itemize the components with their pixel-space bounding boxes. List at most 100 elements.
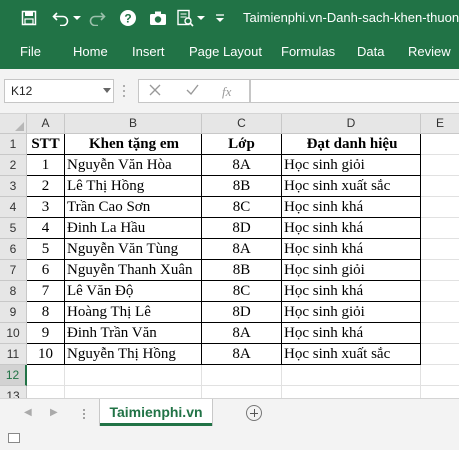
print-dropdown-icon[interactable] [197,6,205,30]
table-cell-award[interactable]: Học sinh xuất sắc [282,344,421,365]
tab-page-layout[interactable]: Page Layout [189,44,262,59]
empty-cell[interactable] [282,365,421,386]
table-cell-award[interactable]: Học sinh khá [282,197,421,218]
formula-input[interactable] [250,79,459,103]
row-header-8[interactable]: 8 [0,281,27,302]
name-box[interactable]: K12 [4,79,114,103]
row-header-4[interactable]: 4 [0,197,27,218]
print-preview-icon[interactable] [173,6,197,30]
cancel-icon[interactable] [149,84,161,99]
table-cell-stt[interactable]: 2 [27,176,65,197]
column-header-a[interactable]: A [27,114,65,134]
tab-home[interactable]: Home [73,44,108,59]
undo-icon[interactable] [50,6,72,30]
header-cell-award[interactable]: Đạt danh hiệu [282,134,421,155]
empty-cell[interactable] [421,344,459,365]
table-cell-stt[interactable]: 9 [27,323,65,344]
table-cell-stt[interactable]: 4 [27,218,65,239]
empty-cell[interactable] [421,302,459,323]
header-cell-name[interactable]: Khen tặng em [65,134,202,155]
row-header-12[interactable]: 12 [0,365,27,386]
help-icon[interactable]: ? [117,6,139,30]
save-icon[interactable] [18,6,40,30]
column-header-c[interactable]: C [202,114,282,134]
row-header-2[interactable]: 2 [0,155,27,176]
table-cell-stt[interactable]: 6 [27,260,65,281]
table-cell-class[interactable]: 8A [202,344,282,365]
empty-cell[interactable] [421,239,459,260]
table-cell-award[interactable]: Học sinh khá [282,239,421,260]
table-cell-award[interactable]: Học sinh khá [282,281,421,302]
tab-data[interactable]: Data [357,44,384,59]
table-cell-award[interactable]: Học sinh giỏi [282,155,421,176]
table-cell-award[interactable]: Học sinh xuất sắc [282,176,421,197]
empty-cell[interactable] [421,281,459,302]
table-cell-name[interactable]: Đinh La Hầu [65,218,202,239]
enter-icon[interactable] [186,84,199,99]
redo-icon[interactable] [86,6,108,30]
table-cell-name[interactable]: Lê Thị Hồng [65,176,202,197]
select-all-button[interactable] [0,114,27,134]
row-header-3[interactable]: 3 [0,176,27,197]
table-cell-award[interactable]: Học sinh giỏi [282,302,421,323]
table-cell-class[interactable]: 8A [202,323,282,344]
tab-file[interactable]: File [20,44,41,59]
table-cell-name[interactable]: Trần Cao Sơn [65,197,202,218]
table-cell-stt[interactable]: 10 [27,344,65,365]
tab-review[interactable]: Review [408,44,451,59]
table-cell-class[interactable]: 8C [202,281,282,302]
row-header-7[interactable]: 7 [0,260,27,281]
header-cell-class[interactable]: Lớp [202,134,282,155]
table-cell-name[interactable]: Đinh Trần Văn [65,323,202,344]
table-cell-class[interactable]: 8B [202,176,282,197]
table-cell-stt[interactable]: 7 [27,281,65,302]
column-header-b[interactable]: B [65,114,202,134]
empty-cell[interactable] [421,218,459,239]
table-cell-name[interactable]: Nguyễn Thị Hồng [65,344,202,365]
table-cell-award[interactable]: Học sinh khá [282,323,421,344]
tab-formulas[interactable]: Formulas [281,44,335,59]
formula-bar-grip-icon[interactable] [122,83,126,99]
empty-cell[interactable] [421,323,459,344]
row-header-9[interactable]: 9 [0,302,27,323]
table-cell-award[interactable]: Học sinh khá [282,218,421,239]
table-cell-name[interactable]: Nguyễn Thanh Xuân [65,260,202,281]
empty-cell[interactable] [202,365,282,386]
row-header-6[interactable]: 6 [0,239,27,260]
table-cell-stt[interactable]: 8 [27,302,65,323]
empty-cell[interactable] [421,260,459,281]
customize-icon[interactable] [214,6,226,30]
column-header-d[interactable]: D [282,114,421,134]
next-sheet-icon[interactable]: ▶ [50,407,58,418]
sheet-options-icon[interactable] [82,408,86,423]
empty-cell[interactable] [421,176,459,197]
table-cell-name[interactable]: Hoàng Thị Lê [65,302,202,323]
table-cell-name[interactable]: Nguyễn Văn Tùng [65,239,202,260]
table-cell-stt[interactable]: 5 [27,239,65,260]
column-header-e[interactable]: E [421,114,459,134]
undo-dropdown-icon[interactable] [72,6,82,30]
row-header-5[interactable]: 5 [0,218,27,239]
table-cell-name[interactable]: Nguyễn Văn Hòa [65,155,202,176]
empty-cell[interactable] [421,365,459,386]
empty-cell[interactable] [421,155,459,176]
header-cell-stt[interactable]: STT [27,134,65,155]
tab-insert[interactable]: Insert [132,44,165,59]
table-cell-stt[interactable]: 3 [27,197,65,218]
table-cell-class[interactable]: 8A [202,239,282,260]
row-header-1[interactable]: 1 [0,134,27,155]
empty-cell[interactable] [65,365,202,386]
new-sheet-icon[interactable] [246,405,262,421]
name-box-dropdown-icon[interactable] [103,88,111,93]
table-cell-stt[interactable]: 1 [27,155,65,176]
empty-cell[interactable] [27,365,65,386]
table-cell-class[interactable]: 8D [202,218,282,239]
table-cell-name[interactable]: Lê Văn Độ [65,281,202,302]
empty-cell[interactable] [421,197,459,218]
insert-function-icon[interactable]: fx [222,84,231,100]
table-cell-class[interactable]: 8A [202,155,282,176]
camera-icon[interactable] [146,6,170,30]
row-header-10[interactable]: 10 [0,323,27,344]
table-cell-class[interactable]: 8D [202,302,282,323]
table-cell-award[interactable]: Học sinh giỏi [282,260,421,281]
